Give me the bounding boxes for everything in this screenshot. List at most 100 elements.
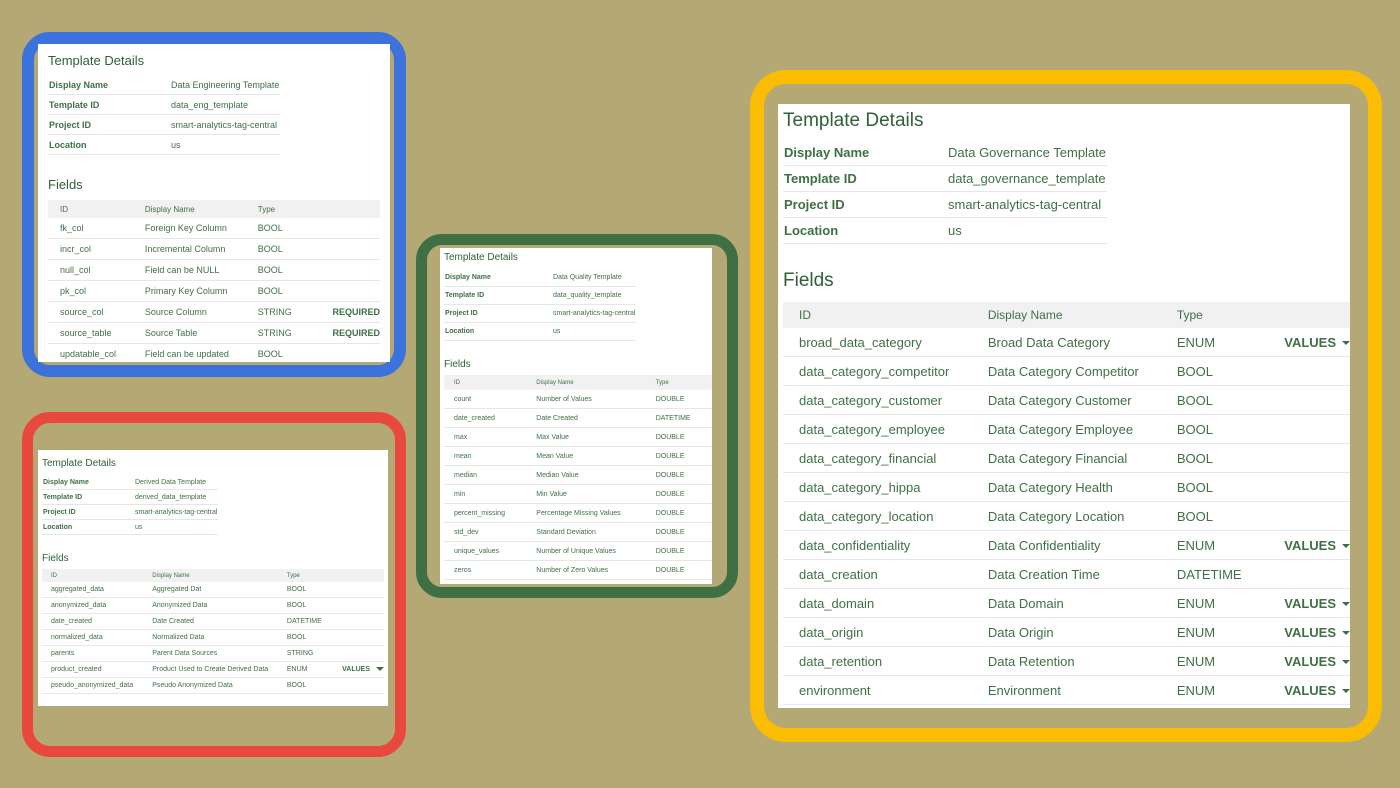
values-dropdown[interactable]: VALUES [342,666,384,673]
table-row: count Number of Values DOUBLE [444,390,712,409]
table-row: anonymized_data Anonymized Data BOOL [42,597,384,614]
template-details-title: Template Details [444,252,518,263]
field-id: data_creation [783,559,972,589]
field-id: median [444,465,527,485]
field-extra [702,446,712,466]
table-row: data_creation Data Creation Time DATETIME [783,559,1350,589]
id-column-header: ID [783,302,972,328]
template-details-title: Template Details [783,110,924,131]
field-extra [333,613,384,630]
detail-value: derived_data_template [134,489,219,505]
values-dropdown[interactable]: VALUES [1284,335,1350,350]
field-type: BOOL [1160,356,1269,386]
field-extra [1268,385,1350,415]
detail-value: smart-analytics-tag-central [947,191,1108,218]
field-id: pseudo_anonymized_data [42,677,144,694]
field-extra: VALUES [1268,675,1350,705]
values-dropdown[interactable]: VALUES [1284,596,1350,611]
field-extra [702,427,712,447]
table-row: data_category_hippa Data Category Health B… [783,472,1350,502]
field-display-name: Normalized Data [143,629,278,646]
detail-value: Data Engineering Template [170,75,281,95]
table-row: parents Parent Data Sources STRING [42,645,384,662]
fields-table: ID Display Name Type count Number of Values D… [444,375,712,580]
detail-row: Display Name Data Quality Template [444,269,637,287]
fields-title: Fields [783,270,834,291]
field-extra [702,390,712,409]
field-extra [702,522,712,542]
detail-value: data_eng_template [170,94,281,115]
data-engineering-template-card: Template Details Display Name Data Enginee… [38,44,390,362]
detail-key: Project ID [783,191,947,218]
field-type: STRING [245,322,321,344]
table-row: max Max Value DOUBLE [444,427,712,447]
type-column-header: Type [645,375,702,390]
field-extra [1268,356,1350,386]
field-type: BOOL [245,259,321,281]
field-display-name: Date Created [526,408,646,428]
field-id: updatable_col [48,343,133,362]
field-id: count [444,390,527,409]
display-name-column-header: Display Name [526,375,646,390]
chevron-down-icon [1342,689,1350,694]
detail-row: Project ID smart-analytics-tag-central [48,114,281,135]
field-id: source_col [48,301,133,323]
field-display-name: Number of Unique Values [526,541,646,561]
field-type: BOOL [277,677,334,694]
table-row: fk_col Foreign Key Column BOOL [48,218,380,239]
template-details-title: Template Details [48,53,145,68]
detail-row: Project ID smart-analytics-tag-central [783,191,1108,218]
field-display-name: Aggregated Dat [143,582,278,598]
field-extra: REQUIRED [320,301,380,323]
table-row: date_created Date Created DATETIME [42,613,384,630]
field-type: DOUBLE [645,465,702,485]
values-label: VALUES [1284,624,1336,640]
field-type: DOUBLE [645,484,702,504]
extra-column-header [320,200,380,218]
field-extra [320,218,380,239]
template-details-table: Display Name Data Governance Template Temp… [783,140,1108,244]
fields-table: ID Display Name Type broad_data_category Bro… [783,302,1350,705]
values-dropdown[interactable]: VALUES [1284,654,1350,669]
field-id: data_category_employee [783,414,972,444]
field-type: BOOL [277,629,334,646]
table-row: zeros Number of Zero Values DOUBLE [444,560,712,580]
field-extra [333,582,384,598]
type-column-header: Type [277,569,334,582]
field-extra [1268,414,1350,444]
field-type: DOUBLE [645,560,702,580]
detail-row: Template ID derived_data_template [42,489,219,505]
values-dropdown[interactable]: VALUES [1284,625,1350,640]
fields-header-row: ID Display Name Type [48,200,380,218]
values-dropdown[interactable]: VALUES [1284,683,1350,698]
detail-key: Template ID [48,94,170,115]
field-extra [1268,472,1350,502]
field-display-name: Date Created [143,613,278,630]
display-name-column-header: Display Name [132,200,246,218]
chevron-down-icon [1342,631,1350,636]
type-column-header: Type [1160,302,1269,328]
detail-key: Display Name [783,140,947,166]
required-label: REQUIRED [332,307,380,317]
field-type: BOOL [245,218,321,239]
field-type: DOUBLE [645,541,702,561]
table-row: percent_missing Percentage Missing Values… [444,503,712,523]
chevron-down-icon [1342,602,1350,607]
fields-table: ID Display Name Type aggregated_data Aggrega… [42,569,384,694]
detail-key: Display Name [48,75,170,95]
data-quality-template-card: Template Details Display Name Data Quality… [440,248,712,584]
template-details-table: Display Name Data Engineering Template Tem… [48,75,281,155]
field-id: data_origin [783,617,972,647]
table-row: incr_col Incremental Column BOOL [48,238,380,260]
field-display-name: Data Domain [971,588,1161,618]
field-extra [1268,501,1350,531]
field-display-name: Data Category Financial [971,443,1161,473]
field-id: environment [783,675,972,705]
table-row: min Min Value DOUBLE [444,484,712,504]
extra-column-header [1268,302,1350,328]
field-id: null_col [48,259,133,281]
detail-value: smart-analytics-tag-central [170,114,281,135]
field-type: ENUM [1160,530,1269,560]
values-dropdown[interactable]: VALUES [1284,538,1350,553]
field-display-name: Median Value [526,465,646,485]
